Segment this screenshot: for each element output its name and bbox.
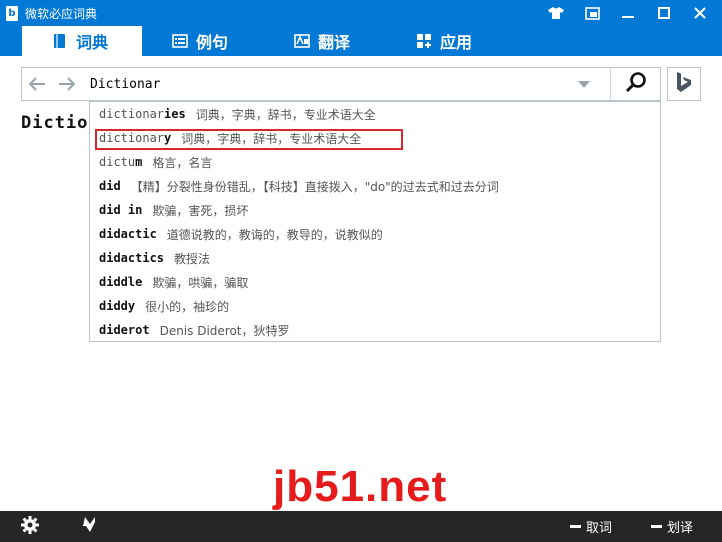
tab-examples-label: 例句 xyxy=(196,33,229,52)
window-mode-icon[interactable] xyxy=(574,0,610,26)
minimize-icon[interactable] xyxy=(610,0,646,26)
bing-logo-icon xyxy=(675,71,693,97)
suggestion-definition: 欺骗，哄骗，骗取 xyxy=(152,275,249,290)
suggestion-item[interactable]: didactics 教授法 xyxy=(99,247,210,269)
search-icon xyxy=(625,71,647,97)
main-tabs: 词典 例句 翻译 应用 xyxy=(0,26,722,56)
search-box xyxy=(21,67,661,101)
apps-icon xyxy=(416,33,432,49)
feedback-icon xyxy=(82,515,98,539)
cancel-word-label: 取词 xyxy=(586,521,613,536)
suggestion-definition: 词典，字典，辞书，专业术语大全 xyxy=(195,107,376,122)
gear-icon xyxy=(20,515,40,539)
search-input[interactable] xyxy=(90,76,560,92)
suggestion-item[interactable]: didactic 道德说教的，教诲的，教导的，说教似的 xyxy=(99,223,383,245)
suggestion-word: diddy xyxy=(99,299,136,313)
chevron-down-icon[interactable] xyxy=(578,81,590,88)
book-icon xyxy=(52,33,68,49)
tab-dictionary[interactable]: 词典 xyxy=(22,26,142,56)
close-icon[interactable] xyxy=(682,0,718,26)
suggestion-word: dictum xyxy=(99,155,142,169)
search-button[interactable] xyxy=(612,68,660,100)
suggestion-item[interactable]: dictum 格言，名言 xyxy=(99,151,212,173)
tab-apps-label: 应用 xyxy=(440,33,473,52)
suggestion-word: didactic xyxy=(99,227,157,241)
suggestion-word: did xyxy=(99,179,121,193)
suggestion-word: did in xyxy=(99,203,143,217)
bing-button[interactable] xyxy=(667,67,701,101)
forward-arrow-icon[interactable] xyxy=(52,68,82,100)
tab-translate[interactable]: 翻译 xyxy=(294,26,394,56)
suggestion-prefix: dictionar xyxy=(99,107,165,121)
suggestion-item[interactable]: did in 欺骗，害死，损坏 xyxy=(99,199,248,221)
feedback-button[interactable] xyxy=(82,511,102,542)
suggestion-definition: 格言，名言 xyxy=(152,155,213,170)
suggestion-item[interactable]: diddy 很小的，袖珍的 xyxy=(99,295,229,317)
suggestion-rest: m xyxy=(135,155,143,169)
window-title: 微软必应词典 xyxy=(25,6,98,21)
dictionary-window: b 微软必应词典 词典 例句 翻译 应用 Dictionar Dictio di… xyxy=(0,0,722,542)
suggestion-definition: Denis Diderot，狄特罗 xyxy=(159,323,290,338)
translate-icon xyxy=(294,33,310,49)
suggestion-definition: 很小的，袖珍的 xyxy=(145,299,230,314)
minus-icon xyxy=(651,525,662,528)
suggestion-prefix: dictu xyxy=(99,155,136,169)
suggestion-word: didactics xyxy=(99,251,165,265)
highlight-box xyxy=(95,129,403,150)
suggestion-item[interactable]: diderot Denis Diderot，狄特罗 xyxy=(99,319,290,341)
cancel-select-label: 划译 xyxy=(667,521,694,536)
maximize-icon[interactable] xyxy=(646,0,682,26)
suggestion-definition: 教授法 xyxy=(174,251,211,266)
shirt-icon[interactable] xyxy=(538,0,574,26)
minus-icon xyxy=(570,525,581,528)
search-divider xyxy=(610,68,611,100)
suggestion-definition: 【精】分裂性身份错乱，【科技】直接拨入，"do"的过去式和过去分词 xyxy=(130,179,499,194)
suggestion-word: dictionaries xyxy=(99,107,186,121)
suggestion-item[interactable]: diddle 欺骗，哄骗，骗取 xyxy=(99,271,248,293)
title-bar: b 微软必应词典 xyxy=(0,0,722,26)
suggestion-rest: ies xyxy=(164,107,186,121)
cancel-word-button[interactable]: 取词 xyxy=(570,511,612,542)
list-icon xyxy=(172,33,188,49)
cancel-select-button[interactable]: 划译 xyxy=(651,511,693,542)
suggestion-definition: 道德说教的，教诲的，教导的，说教似的 xyxy=(166,227,383,242)
tab-apps[interactable]: 应用 xyxy=(416,26,516,56)
tab-translate-label: 翻译 xyxy=(318,33,351,52)
suggestion-item[interactable]: dictionaries 词典，字典，辞书，专业术语大全 xyxy=(99,103,376,125)
suggestion-word: diddle xyxy=(99,275,143,289)
tab-examples[interactable]: 例句 xyxy=(172,26,272,56)
watermark: jb51.net xyxy=(273,462,448,511)
back-arrow-icon[interactable] xyxy=(22,68,52,100)
suggestion-definition: 欺骗，害死，损坏 xyxy=(152,203,249,218)
settings-button[interactable] xyxy=(20,511,42,542)
suggestion-word: diderot xyxy=(99,323,150,337)
app-logo-icon: b xyxy=(6,5,18,21)
bottom-bar: 取词 划译 xyxy=(0,511,722,542)
suggestion-item[interactable]: did 【精】分裂性身份错乱，【科技】直接拨入，"do"的过去式和过去分词 xyxy=(99,175,499,197)
entry-headword: Dictio xyxy=(21,113,89,133)
tab-dictionary-label: 词典 xyxy=(76,33,109,52)
